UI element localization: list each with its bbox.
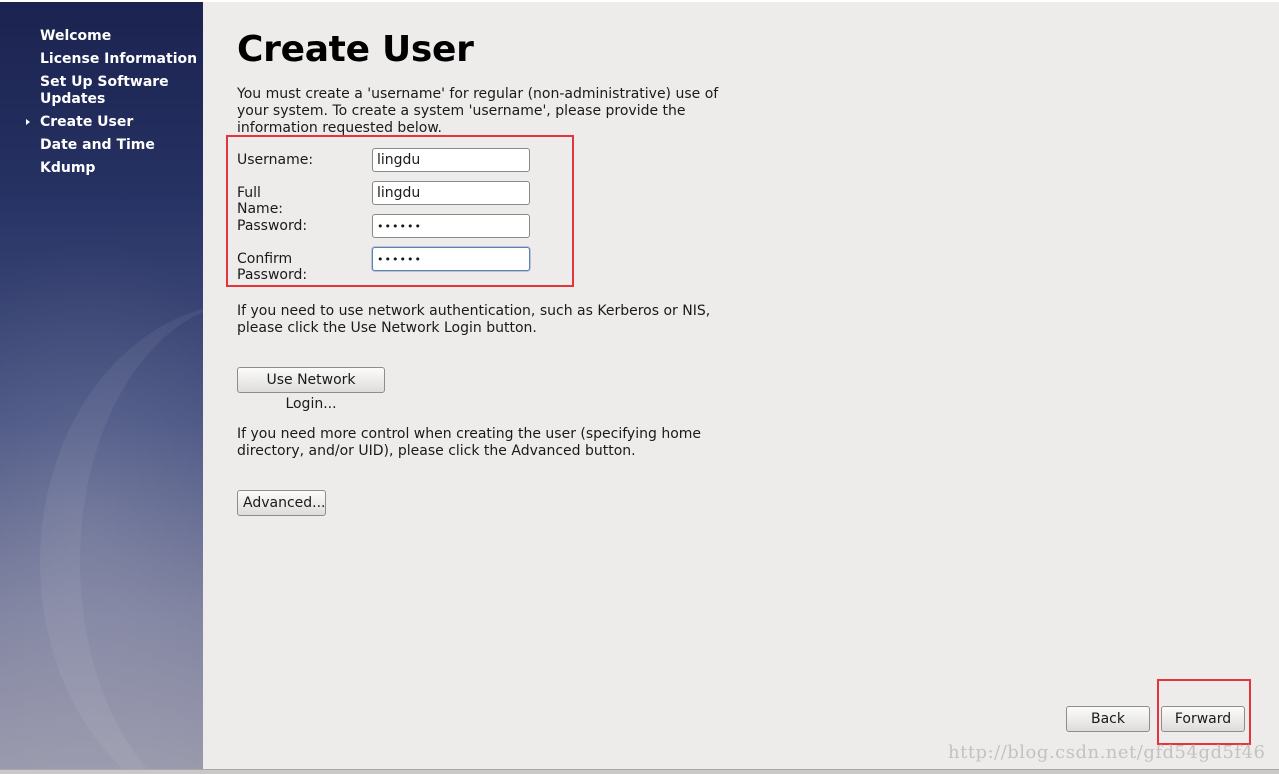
advanced-text: If you need more control when creating t… <box>237 426 702 459</box>
sidebar-item-label: License Information <box>40 51 198 67</box>
back-button[interactable]: Back <box>1066 706 1150 732</box>
firstboot-window: Welcome License Information Set Up Softw… <box>0 0 1279 774</box>
username-label: Username: <box>237 152 314 168</box>
sidebar-item-label: Date and Time <box>40 137 155 153</box>
sidebar-item-create-user: Create User <box>26 114 200 131</box>
page-title: Create User <box>237 29 474 70</box>
network-login-text: If you need to use network authenticatio… <box>237 303 711 336</box>
sidebar-item-date-and-time: Date and Time <box>40 137 200 154</box>
sidebar-item-label: Set Up Software Updates <box>40 74 169 107</box>
forward-button[interactable]: Forward <box>1161 706 1245 732</box>
username-input[interactable] <box>372 148 530 172</box>
current-step-arrow-icon <box>26 119 30 125</box>
sidebar-item-label: Welcome <box>40 28 112 44</box>
fullname-label: Full Name: <box>237 185 284 217</box>
password-input[interactable] <box>372 214 530 238</box>
password-label: Password: <box>237 218 308 234</box>
sidebar: Welcome License Information Set Up Softw… <box>0 2 203 769</box>
use-network-login-button[interactable]: Use Network Login... <box>237 367 385 412</box>
intro-text: You must create a 'username' for regular… <box>237 86 719 136</box>
watermark: http://blog.csdn.net/gfd54gd5f46 <box>948 742 1266 763</box>
sidebar-item-software-updates: Set Up Software Updates <box>40 74 200 108</box>
confirm-password-label: Confirm Password: <box>237 251 308 283</box>
sidebar-item-label: Create User <box>40 114 134 130</box>
advanced-button[interactable]: Advanced... <box>237 490 326 516</box>
sidebar-item-kdump: Kdump <box>40 160 200 177</box>
sidebar-steps: Welcome License Information Set Up Softw… <box>26 28 200 183</box>
sidebar-item-welcome: Welcome <box>40 28 200 45</box>
sidebar-item-license-information: License Information <box>40 51 200 68</box>
bottom-edge <box>0 769 1279 774</box>
sidebar-item-label: Kdump <box>40 160 96 176</box>
confirm-password-input[interactable] <box>372 247 530 271</box>
fullname-input[interactable] <box>372 181 530 205</box>
